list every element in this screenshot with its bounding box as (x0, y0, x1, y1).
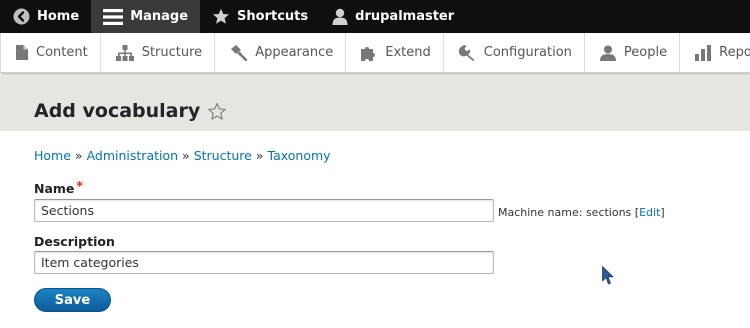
name-label: Name * (34, 178, 83, 196)
toolbar-home[interactable]: Home (0, 0, 91, 33)
breadcrumb: Home» Administration» Structure» Taxonomy (34, 148, 331, 163)
tray-item-reports[interactable]: Reports (680, 33, 750, 72)
tray-item-label: Appearance (255, 45, 334, 60)
admin-toolbar: Home Manage Shortcuts drupalmaster (0, 0, 750, 33)
machine-name: Machine name: sections [Edit] (498, 206, 665, 219)
toolbar-manage[interactable]: Manage (91, 0, 201, 33)
required-marker: * (76, 178, 83, 193)
toolbar-manage-label: Manage (130, 9, 189, 24)
tray-item-label: Reports (719, 45, 750, 60)
tray-item-label: People (623, 45, 668, 60)
people-icon (599, 45, 616, 61)
tray-item-extend[interactable]: Extend (346, 33, 444, 72)
sitemap-icon (115, 44, 134, 61)
breadcrumb-separator: » (255, 148, 264, 163)
machine-name-text: Machine name: sections (498, 206, 632, 219)
tray-item-appearance[interactable]: Appearance (215, 33, 347, 72)
manage-tray: Content Structure Appearance Extend Conf… (0, 33, 750, 73)
breadcrumb-separator: » (74, 148, 83, 163)
document-icon (16, 45, 28, 60)
page-title-row: Add vocabulary (34, 100, 227, 122)
user-icon (332, 8, 348, 25)
tray-item-label: Content (36, 45, 88, 60)
bar-chart-icon (695, 44, 712, 61)
description-label: Description (34, 234, 115, 249)
toolbar-home-label: Home (37, 9, 80, 24)
puzzle-icon (361, 45, 377, 61)
back-arrow-circle-icon (13, 8, 30, 25)
mouse-cursor-icon (602, 266, 614, 289)
tray-item-people[interactable]: People (585, 33, 681, 72)
tray-item-label: Structure (141, 45, 203, 60)
wrench-icon (458, 44, 476, 61)
breadcrumb-taxonomy[interactable]: Taxonomy (268, 148, 331, 163)
star-icon (212, 8, 230, 25)
breadcrumb-structure[interactable]: Structure (194, 148, 252, 163)
tray-item-configuration[interactable]: Configuration (444, 33, 585, 72)
tray-item-content[interactable]: Content (0, 33, 101, 72)
page-title: Add vocabulary (34, 100, 201, 122)
name-label-text: Name (34, 181, 75, 196)
machine-name-bracket-close: ] (660, 206, 665, 219)
breadcrumb-separator: » (182, 148, 190, 163)
breadcrumb-home[interactable]: Home (34, 148, 71, 163)
machine-name-edit-link[interactable]: Edit (639, 206, 660, 219)
toolbar-user[interactable]: drupalmaster (320, 0, 466, 33)
tray-item-label: Extend (385, 45, 431, 60)
description-field[interactable] (34, 251, 494, 274)
toolbar-user-label: drupalmaster (355, 9, 455, 24)
hamburger-menu-icon (103, 8, 124, 25)
star-outline-icon[interactable] (207, 102, 227, 121)
save-button[interactable]: Save (34, 288, 111, 312)
tray-item-structure[interactable]: Structure (101, 33, 216, 72)
name-field[interactable] (34, 199, 494, 222)
breadcrumb-administration[interactable]: Administration (87, 148, 178, 163)
toolbar-shortcuts-label: Shortcuts (237, 9, 309, 24)
paint-roller-icon (230, 44, 248, 61)
tray-item-label: Configuration (483, 45, 572, 60)
toolbar-shortcuts[interactable]: Shortcuts (200, 0, 320, 33)
